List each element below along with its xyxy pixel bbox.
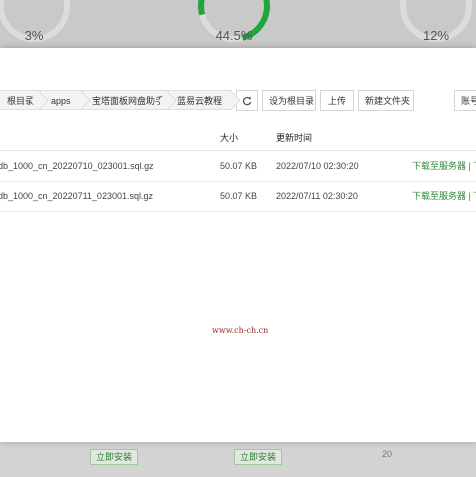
set-root-button[interactable]: 设为根目录 [262, 90, 316, 111]
dashboard-bottom-strip: 立即安装 立即安装 20 [0, 442, 476, 477]
cpu-gauge-label: 3% [24, 28, 44, 43]
bottom-number: 20 [382, 449, 393, 459]
disk-gauge-label: 12% [422, 28, 450, 43]
toolbar: 根目录 apps 宝塔面板网盘助手 蓝易云教程 设为根目录 上传 新建文件夹 账… [0, 86, 476, 114]
breadcrumb-bt-drive[interactable]: 宝塔面板网盘助手 [82, 90, 168, 110]
header-size[interactable]: 大小 [220, 126, 238, 150]
download-to-server-link[interactable]: 下载至服务器 | 下 [412, 181, 476, 211]
file-time: 2022/07/11 02:30:20 [276, 191, 358, 201]
upload-button[interactable]: 上传 [320, 90, 354, 111]
table-row: db_1000_cn_20220711_023001.sql.gz 50.07 … [0, 181, 476, 212]
table-row: db_1000_cn_20220710_023001.sql.gz 50.07 … [0, 151, 476, 182]
new-folder-button[interactable]: 新建文件夹 [358, 90, 414, 111]
file-time: 2022/07/10 02:30:20 [276, 161, 359, 171]
cloud-drive-modal: 根目录 apps 宝塔面板网盘助手 蓝易云教程 设为根目录 上传 新建文件夹 账… [0, 48, 476, 442]
file-name[interactable]: db_1000_cn_20220710_023001.sql.gz [0, 151, 154, 181]
file-name[interactable]: db_1000_cn_20220711_023001.sql.gz [0, 181, 153, 211]
watermark: www.ch-ch.cn [212, 326, 269, 335]
table-header: 大小 更新时间 [0, 126, 476, 151]
install-button-2[interactable]: 立即安装 [234, 449, 283, 465]
account-button[interactable]: 账号 [454, 90, 476, 111]
breadcrumb-root[interactable]: 根目录 [0, 90, 40, 110]
file-size: 50.07 KB [220, 191, 258, 201]
refresh-icon [242, 96, 252, 106]
download-to-server-link[interactable]: 下载至服务器 | 下 [412, 151, 476, 181]
memory-gauge-label: 44.5% [215, 28, 253, 43]
file-size: 50.07 KB [220, 161, 258, 171]
install-button-1[interactable]: 立即安装 [90, 449, 139, 465]
breadcrumb-tutorial[interactable]: 蓝易云教程 [168, 90, 232, 110]
header-updated-time[interactable]: 更新时间 [276, 126, 312, 150]
